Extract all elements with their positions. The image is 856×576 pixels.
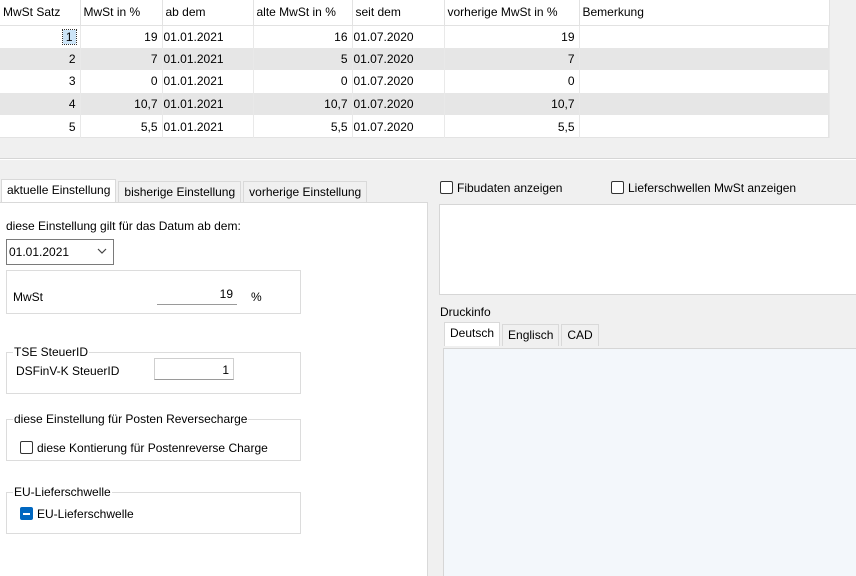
date-combobox[interactable]: 01.01.2021 [6, 239, 114, 265]
cell-ab-dem[interactable]: 01.01.2021 [162, 25, 254, 48]
checkbox-icon [20, 441, 33, 454]
cell-ab-dem[interactable]: 01.01.2021 [162, 47, 254, 71]
cell-mwst[interactable]: 5,5 [80, 115, 163, 138]
splitter[interactable] [0, 158, 856, 160]
chevron-down-icon [97, 248, 107, 254]
dsfinv-input[interactable]: 1 [154, 358, 234, 380]
cell-satz[interactable]: 5 [0, 115, 81, 138]
tab-bisherige-einstellung[interactable]: bisherige Einstellung [118, 181, 242, 203]
cell-alte-mwst[interactable]: 5,5 [253, 115, 353, 138]
checkbox-icon [440, 181, 453, 194]
settings-tabs: aktuelle Einstellung bisherige Einstellu… [1, 179, 369, 203]
cell-seit-dem[interactable]: 01.07.2020 [352, 47, 445, 71]
mwst-label: MwSt [13, 290, 43, 304]
cell-vorherige-mwst[interactable]: 5,5 [444, 115, 580, 138]
lieferschwellen-checkbox[interactable]: Lieferschwellen MwSt anzeigen [611, 181, 796, 195]
column-header-mwst-prozent[interactable]: MwSt in % [80, 0, 163, 26]
tab-deutsch[interactable]: Deutsch [444, 322, 501, 346]
date-label: diese Einstellung gilt für das Datum ab … [6, 219, 241, 233]
cell-bemerkung[interactable] [579, 115, 830, 138]
table-row[interactable]: 5 5,5 01.01.2021 5,5 01.07.2020 5,5 [0, 115, 830, 138]
fibudaten-panel [439, 204, 856, 295]
cell-mwst[interactable]: 10,7 [80, 92, 163, 116]
cell-mwst[interactable]: 7 [80, 47, 163, 71]
cell-seit-dem[interactable]: 01.07.2020 [352, 115, 445, 138]
column-header-vorherige-mwst[interactable]: vorherige MwSt in % [444, 0, 580, 26]
cell-ab-dem[interactable]: 01.01.2021 [162, 92, 254, 116]
mwst-group: MwSt 19 % [6, 270, 301, 314]
cell-bemerkung[interactable] [579, 47, 830, 71]
mwst-grid[interactable]: MwSt Satz MwSt in % ab dem alte MwSt in … [0, 0, 830, 138]
fibudaten-label: Fibudaten anzeigen [457, 181, 563, 195]
cell-satz[interactable]: 4 [0, 92, 81, 116]
lieferschwellen-label: Lieferschwellen MwSt anzeigen [628, 181, 797, 195]
cell-satz[interactable]: 2 [0, 47, 81, 71]
grid-header: MwSt Satz MwSt in % ab dem alte MwSt in … [0, 0, 830, 26]
column-header-ab-dem[interactable]: ab dem [162, 0, 254, 26]
cell-bemerkung[interactable] [579, 70, 830, 93]
eu-lieferschwelle-checkbox[interactable]: EU-Lieferschwelle [20, 507, 134, 521]
cell-vorherige-mwst[interactable]: 19 [444, 25, 580, 48]
cell-mwst[interactable]: 19 [80, 25, 163, 48]
tab-cad[interactable]: CAD [561, 324, 599, 346]
cell-satz[interactable]: 3 [0, 70, 81, 93]
cell-alte-mwst[interactable]: 0 [253, 70, 353, 93]
table-row[interactable]: 4 10,7 01.01.2021 10,7 01.07.2020 10,7 [0, 92, 830, 116]
reverse-charge-checkbox[interactable]: diese Kontierung für Postenreverse Charg… [20, 441, 268, 455]
reverse-charge-group-title: diese Einstellung für Posten Reversechar… [13, 412, 249, 426]
druckinfo-editor[interactable] [443, 348, 856, 576]
cell-alte-mwst[interactable]: 16 [253, 25, 353, 48]
cell-ab-dem[interactable]: 01.01.2021 [162, 115, 254, 138]
selected-cell-text: 1 [61, 28, 77, 45]
reverse-charge-label: diese Kontierung für Postenreverse Charg… [37, 441, 268, 455]
cell-ab-dem[interactable]: 01.01.2021 [162, 70, 254, 93]
eu-lieferschwelle-label: EU-Lieferschwelle [37, 507, 134, 521]
cell-bemerkung[interactable] [579, 25, 830, 48]
table-row[interactable]: 1 19 01.01.2021 16 01.07.2020 19 [0, 25, 830, 48]
cell-vorherige-mwst[interactable]: 10,7 [444, 92, 580, 116]
checkbox-indeterminate-icon [20, 507, 33, 520]
tab-vorherige-einstellung[interactable]: vorherige Einstellung [243, 181, 368, 203]
tab-englisch[interactable]: Englisch [502, 324, 560, 346]
cell-mwst[interactable]: 0 [80, 70, 163, 93]
table-row[interactable]: 2 7 01.01.2021 5 01.07.2020 7 [0, 47, 830, 71]
cell-alte-mwst[interactable]: 5 [253, 47, 353, 71]
cell-vorherige-mwst[interactable]: 0 [444, 70, 580, 93]
cell-satz[interactable]: 1 [0, 25, 81, 48]
dsfinv-label: DSFinV-K SteuerID [16, 364, 120, 378]
table-row[interactable]: 3 0 01.01.2021 0 01.07.2020 0 [0, 70, 830, 93]
cell-vorherige-mwst[interactable]: 7 [444, 47, 580, 71]
cell-seit-dem[interactable]: 01.07.2020 [352, 92, 445, 116]
mwst-unit: % [251, 290, 262, 304]
column-header-alte-mwst[interactable]: alte MwSt in % [253, 0, 353, 26]
mwst-input[interactable]: 19 [157, 283, 237, 305]
cell-alte-mwst[interactable]: 10,7 [253, 92, 353, 116]
column-header-mwst-satz[interactable]: MwSt Satz [0, 0, 81, 26]
eu-group-title: EU-Lieferschwelle [13, 485, 112, 499]
cell-seit-dem[interactable]: 01.07.2020 [352, 70, 445, 93]
column-header-bemerkung[interactable]: Bemerkung [579, 0, 830, 26]
checkbox-icon [611, 181, 624, 194]
settings-panel: diese Einstellung gilt für das Datum ab … [0, 202, 428, 576]
tse-group-title: TSE SteuerID [13, 345, 90, 359]
druckinfo-label: Druckinfo [440, 305, 491, 319]
cell-seit-dem[interactable]: 01.07.2020 [352, 25, 445, 48]
date-value: 01.01.2021 [9, 245, 70, 259]
column-header-seit-dem[interactable]: seit dem [352, 0, 445, 26]
cell-bemerkung[interactable] [579, 92, 830, 116]
tab-aktuelle-einstellung[interactable]: aktuelle Einstellung [1, 179, 117, 203]
druckinfo-tabs: Deutsch Englisch CAD [444, 322, 601, 346]
fibudaten-checkbox[interactable]: Fibudaten anzeigen [440, 181, 562, 195]
